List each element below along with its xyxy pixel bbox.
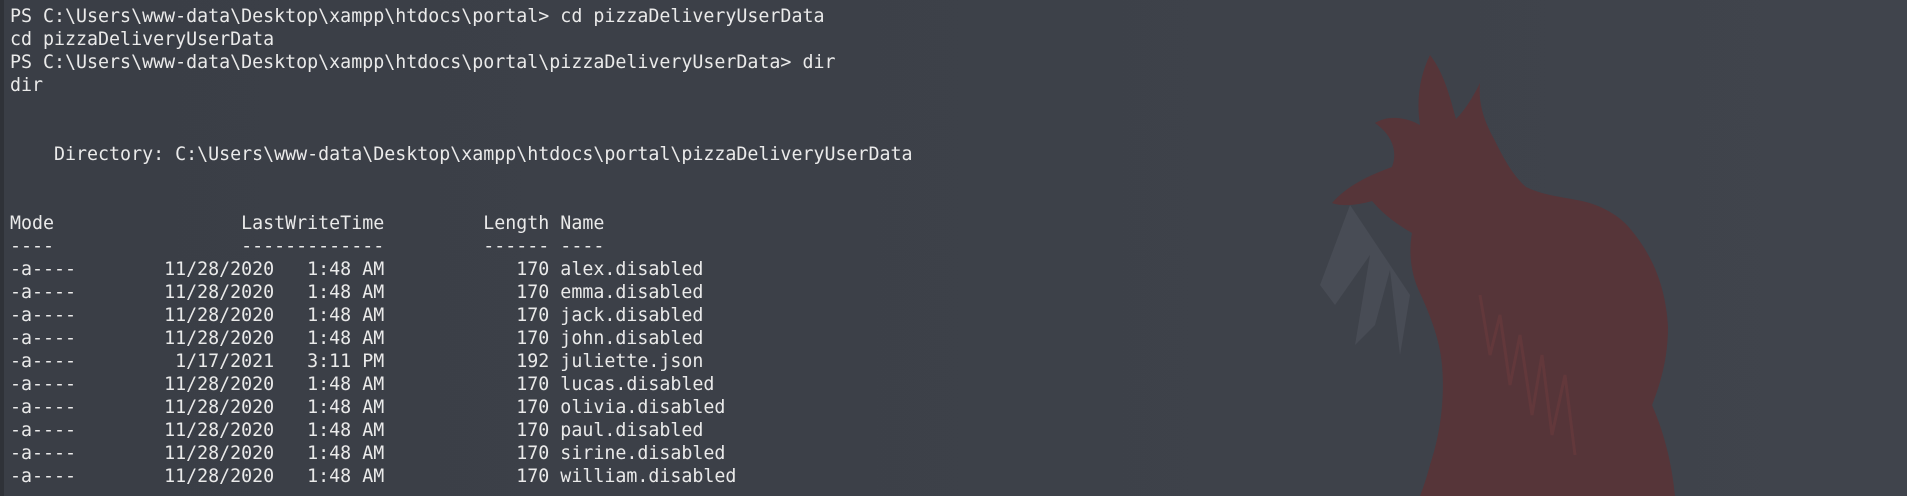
prompt-line-cd: PS C:\Users\www-data\Desktop\xampp\htdoc… (10, 6, 825, 27)
echo-line-dir: dir (10, 75, 44, 96)
table-row: -a---- 11/28/2020 1:48 AM 170 william.di… (10, 466, 737, 487)
table-row: -a---- 11/28/2020 1:48 AM 170 john.disab… (10, 328, 704, 349)
wallpaper-shadow-shape (1320, 205, 1410, 355)
wallpaper-forest-texture (1478, 294, 1577, 456)
table-row: -a---- 1/17/2021 3:11 PM 192 juliette.js… (10, 351, 704, 372)
table-row: -a---- 11/28/2020 1:48 AM 170 sirine.dis… (10, 443, 726, 464)
prompt-line-dir: PS C:\Users\www-data\Desktop\xampp\htdoc… (10, 52, 836, 73)
wallpaper-fox-silhouette (1332, 55, 1675, 496)
echo-line-cd: cd pizzaDeliveryUserData (10, 29, 275, 50)
table-row: -a---- 11/28/2020 1:48 AM 170 olivia.dis… (10, 397, 726, 418)
directory-heading: Directory: C:\Users\www-data\Desktop\xam… (10, 144, 913, 165)
table-rule: ---- ------------- ------ ---- (10, 236, 605, 257)
table-row: -a---- 11/28/2020 1:48 AM 170 emma.disab… (10, 282, 704, 303)
table-row: -a---- 11/28/2020 1:48 AM 170 paul.disab… (10, 420, 704, 441)
terminal-output[interactable]: PS C:\Users\www-data\Desktop\xampp\htdoc… (10, 5, 913, 488)
table-row: -a---- 11/28/2020 1:48 AM 170 jack.disab… (10, 305, 704, 326)
terminal-left-border (0, 0, 4, 496)
fox-wallpaper-icon (1320, 55, 1675, 496)
table-row: -a---- 11/28/2020 1:48 AM 170 lucas.disa… (10, 374, 715, 395)
terminal-window[interactable]: PS C:\Users\www-data\Desktop\xampp\htdoc… (0, 0, 1907, 496)
table-row: -a---- 11/28/2020 1:48 AM 170 alex.disab… (10, 259, 704, 280)
table-header: Mode LastWriteTime Length Name (10, 213, 605, 234)
